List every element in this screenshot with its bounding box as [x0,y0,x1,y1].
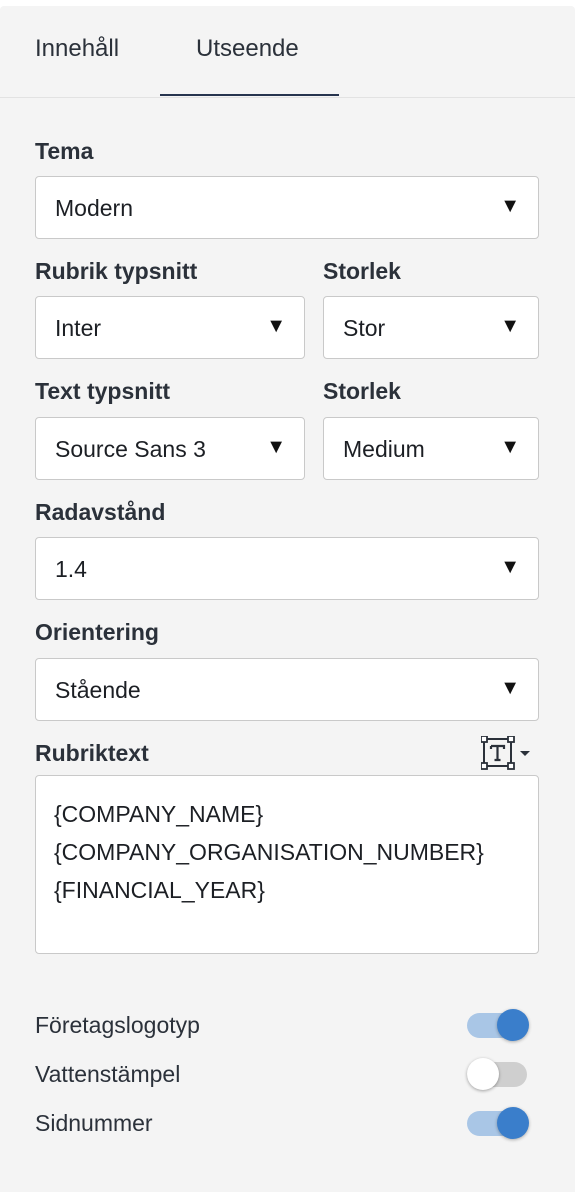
line-spacing-value: 1.4 [55,556,87,582]
tab-content[interactable]: Innehåll [35,35,119,63]
tab-appearance[interactable]: Utseende [196,35,299,63]
watermark-label: Vattenstämpel [35,1061,181,1087]
dropdown-arrow-icon: ▼ [500,677,520,699]
heading-font-select[interactable]: Inter ▼ [35,296,305,359]
text-size-select[interactable]: Medium ▼ [323,417,539,480]
heading-font-value: Inter [55,315,102,341]
heading-size-label: Storlek [323,258,401,284]
dropdown-arrow-icon: ▼ [500,315,520,337]
header-text-line: {COMPANY_ORGANISATION_NUMBER} [54,839,484,865]
dropdown-arrow-icon: ▼ [266,436,286,458]
appearance-panel: Innehåll Utseende Tema Modern ▼ Rubrik t… [0,6,575,1192]
text-format-button[interactable] [480,735,531,770]
header-text-line: {COMPANY_NAME} [54,801,264,827]
header-text-label: Rubriktext [35,740,149,766]
theme-label: Tema [35,138,94,164]
heading-size-value: Stor [343,315,386,341]
orientation-label: Orientering [35,619,159,645]
heading-font-label: Rubrik typsnitt [35,258,198,284]
toggle-knob [467,1058,499,1090]
header-text-area[interactable]: {COMPANY_NAME} {COMPANY_ORGANISATION_NUM… [35,775,539,954]
text-font-select[interactable]: Source Sans 3 ▼ [35,417,305,480]
toggle-knob [497,1107,529,1139]
watermark-toggle[interactable] [467,1057,529,1091]
theme-select[interactable]: Modern ▼ [35,176,539,239]
dropdown-arrow-icon: ▼ [266,315,286,337]
theme-value: Modern [55,195,133,221]
company-logo-label: Företagslogotyp [35,1012,200,1038]
page-number-label: Sidnummer [35,1110,153,1136]
text-font-value: Source Sans 3 [55,436,206,462]
text-format-icon [480,735,530,770]
text-size-value: Medium [343,436,425,462]
tab-bar: Innehåll Utseende [0,6,575,98]
company-logo-toggle[interactable] [467,1008,529,1042]
orientation-value: Stående [55,677,141,703]
text-size-label: Storlek [323,378,401,404]
dropdown-arrow-icon: ▼ [500,436,520,458]
line-spacing-label: Radavstånd [35,499,166,525]
heading-size-select[interactable]: Stor ▼ [323,296,539,359]
header-text-line: {FINANCIAL_YEAR} [54,877,265,903]
text-font-label: Text typsnitt [35,378,171,404]
active-tab-indicator [160,94,339,96]
line-spacing-select[interactable]: 1.4 ▼ [35,537,539,600]
page-number-toggle[interactable] [467,1106,529,1140]
toggle-knob [497,1009,529,1041]
dropdown-arrow-icon: ▼ [500,195,520,217]
orientation-select[interactable]: Stående ▼ [35,658,539,721]
dropdown-arrow-icon: ▼ [500,556,520,578]
